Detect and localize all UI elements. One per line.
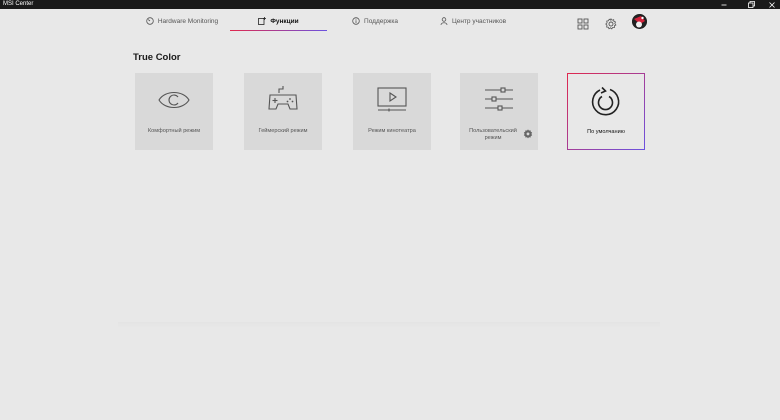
content-divider: [118, 322, 660, 328]
card-label: По умолчанию: [587, 129, 625, 135]
reset-icon: [591, 86, 620, 116]
tab-support[interactable]: Поддержка: [343, 9, 407, 33]
minimize-icon: [721, 4, 727, 5]
card-default-mode[interactable]: По умолчанию: [567, 73, 645, 150]
tab-functions[interactable]: Функции: [230, 9, 327, 33]
tab-hardware-monitoring[interactable]: Hardware Monitoring: [140, 9, 224, 33]
minimize-button[interactable]: [716, 0, 732, 9]
card-settings-icon[interactable]: [523, 129, 533, 139]
settings-button[interactable]: [605, 17, 617, 30]
active-tab-indicator: [230, 29, 327, 31]
tab-label: Hardware Monitoring: [157, 17, 219, 25]
avatar-icon: [632, 14, 647, 29]
card-label: Пользовательский режим: [469, 128, 517, 141]
restore-button[interactable]: [743, 0, 759, 9]
sliders-icon: [485, 87, 513, 111]
close-icon: [769, 1, 775, 8]
card-label: Комфортный режим: [147, 128, 201, 134]
tab-label: Поддержка: [364, 17, 398, 25]
grid-icon: [577, 18, 589, 30]
user-icon: [440, 17, 448, 25]
restore-icon: [747, 1, 755, 8]
gauge-icon: [146, 17, 154, 25]
close-button[interactable]: [764, 0, 780, 9]
grid-button[interactable]: [577, 17, 589, 30]
tab-member-center[interactable]: Центр участников: [432, 9, 514, 33]
tab-label: Функции: [270, 17, 299, 25]
section-title: True Color: [133, 52, 181, 63]
top-nav: Hardware Monitoring Функции Поддержка Це…: [0, 9, 780, 33]
features-icon: [258, 17, 267, 25]
card-label: Геймерский режим: [258, 128, 308, 134]
card-gamer-mode[interactable]: Геймерский режим: [244, 73, 322, 150]
eye-icon: [158, 91, 190, 109]
info-icon: [352, 17, 360, 25]
window-title: MSI Center: [3, 1, 34, 7]
card-comfort-mode[interactable]: Комфортный режим: [135, 73, 213, 150]
gamepad-icon: [268, 86, 298, 110]
card-cinema-mode[interactable]: Режим кинотеатра: [353, 73, 431, 150]
avatar[interactable]: [632, 14, 647, 29]
card-custom-mode[interactable]: Пользовательский режим: [460, 73, 538, 150]
settings-gear-icon: [605, 17, 617, 30]
tab-label: Центр участников: [451, 17, 507, 25]
window-titlebar: MSI Center: [0, 0, 780, 9]
play-screen-icon: [377, 87, 407, 112]
card-label: Режим кинотеатра: [368, 128, 416, 134]
